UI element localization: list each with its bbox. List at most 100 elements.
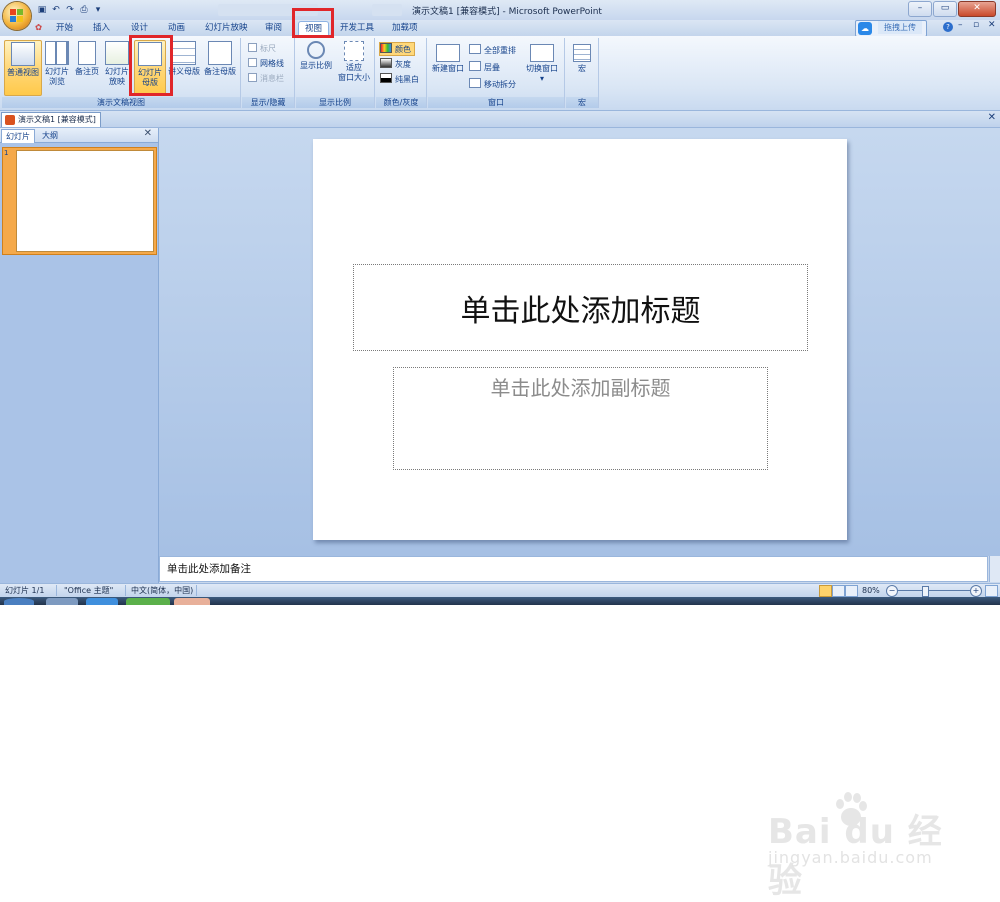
title-bar: ▣ ↶ ↷ ⎙ ▾ 演示文稿1 [兼容模式] - Microsoft Power… [0, 0, 1000, 30]
zoom-slider-thumb[interactable] [922, 586, 929, 597]
checkbox-icon [248, 58, 257, 67]
close-button[interactable]: ✕ [958, 1, 996, 17]
tab-developer[interactable]: 开发工具 [340, 22, 374, 35]
taskbar-app-icon[interactable] [86, 598, 118, 605]
taskbar-app-icon[interactable] [126, 598, 170, 605]
color-swatch-icon [380, 43, 392, 53]
window-title: 演示文稿1 [兼容模式] - Microsoft PowerPoint [412, 7, 602, 17]
cloud-upload-button[interactable]: ☁ 拖拽上传 [855, 20, 927, 37]
slide-thumbnail[interactable] [16, 150, 154, 252]
normal-view-button[interactable]: 普通视图 [4, 40, 42, 96]
grayscale-button[interactable]: 灰度 [380, 58, 411, 70]
group-color-grayscale: 颜色 灰度 纯黑白 颜色/灰度 [376, 38, 427, 108]
ribbon-minimize-icon[interactable]: – [958, 20, 963, 30]
help-icon[interactable]: ? [943, 22, 953, 32]
tab-slideshow[interactable]: 幻灯片放映 [205, 22, 248, 35]
fit-window-icon [344, 41, 364, 61]
status-language[interactable]: 中文(简体，中国) [131, 585, 193, 596]
panel-tabs: 幻灯片 大纲 ✕ [0, 128, 158, 143]
slide-show-button[interactable]: 幻灯片 放映 [102, 40, 132, 96]
notes-master-icon [208, 41, 232, 65]
slideshow-status-icon[interactable] [845, 585, 858, 597]
taskbar-ghost-tab [372, 4, 402, 16]
status-separator [56, 585, 57, 596]
document-tab[interactable]: 演示文稿1 [兼容模式] [1, 112, 101, 127]
notes-page-button[interactable]: 备注页 [72, 40, 102, 96]
ribbon-close-icon[interactable]: ✕ [988, 20, 996, 30]
document-close-icon[interactable]: ✕ [988, 112, 996, 123]
ribbon-restore-icon[interactable]: ▫ [973, 20, 979, 30]
color-button[interactable]: 颜色 [379, 42, 415, 56]
tab-addins[interactable]: 加载项 [392, 22, 418, 35]
tab-design[interactable]: 设计 [131, 22, 148, 35]
start-orb-icon[interactable] [4, 598, 34, 605]
tab-animations[interactable]: 动画 [168, 22, 185, 35]
macros-button[interactable]: 宏 [568, 40, 596, 96]
ppt-file-icon [5, 115, 15, 125]
move-split-icon [469, 78, 481, 88]
tab-review[interactable]: 审阅 [265, 22, 282, 35]
office-logo-icon [10, 9, 24, 23]
tab-slides[interactable]: 幻灯片 [1, 129, 35, 143]
arrange-all-button[interactable]: 全部重排 [469, 44, 516, 56]
windows-taskbar [0, 597, 1000, 605]
slide-sorter-icon [45, 41, 69, 65]
fit-slide-status-icon[interactable] [985, 585, 998, 597]
cascade-button[interactable]: 层叠 [469, 61, 500, 73]
tab-outline[interactable]: 大纲 [38, 129, 62, 142]
black-white-button[interactable]: 纯黑白 [380, 73, 419, 85]
switch-window-icon [530, 44, 554, 62]
dropdown-arrow-icon: ▾ [539, 74, 544, 83]
taskbar-app-icon[interactable] [46, 598, 78, 605]
redo-icon[interactable]: ↷ [64, 4, 76, 16]
switch-window-button[interactable]: 切换窗口 ▾ [522, 40, 562, 96]
customize-icon[interactable]: ▾ [92, 4, 104, 16]
restore-button[interactable]: ▭ [933, 1, 957, 17]
ruler-checkbox[interactable]: 标尺 [248, 43, 276, 55]
ribbon-tabs: ✿ 开始 插入 设计 动画 幻灯片放映 审阅 视图 开发工具 加载项 [0, 20, 1000, 37]
gridlines-checkbox[interactable]: 网格线 [248, 58, 284, 70]
undo-icon[interactable]: ↶ [50, 4, 62, 16]
slide-canvas[interactable]: 单击此处添加标题 单击此处添加副标题 [313, 139, 847, 540]
arrange-all-icon [469, 44, 481, 54]
group-label: 宏 [566, 97, 598, 108]
save-icon[interactable]: ▣ [36, 4, 48, 16]
group-presentation-views: 普通视图 幻灯片 浏览 备注页 幻灯片 放映 幻灯片 母版 讲义母版 备注母版 … [2, 38, 241, 108]
tab-insert[interactable]: 插入 [93, 22, 110, 35]
powerpoint-window: ▣ ↶ ↷ ⎙ ▾ 演示文稿1 [兼容模式] - Microsoft Power… [0, 0, 1000, 605]
notes-scrollbar[interactable] [989, 556, 1000, 582]
group-zoom: 显示比例 适应 窗口大小 显示比例 [296, 38, 375, 108]
zoom-in-icon[interactable]: + [970, 585, 982, 597]
normal-view-icon [11, 42, 35, 66]
minimize-button[interactable]: – [908, 1, 932, 17]
status-separator [196, 585, 197, 596]
subtitle-placeholder[interactable]: 单击此处添加副标题 [393, 367, 768, 470]
status-separator [125, 585, 126, 596]
group-window: 新建窗口 全部重排 层叠 移动拆分 切换窗口 ▾ 窗口 [428, 38, 565, 108]
slide-sorter-button[interactable]: 幻灯片 浏览 [42, 40, 72, 96]
sorter-view-status-icon[interactable] [832, 585, 845, 597]
notes-master-button[interactable]: 备注母版 [202, 40, 238, 96]
title-placeholder[interactable]: 单击此处添加标题 [353, 264, 808, 351]
move-split-button[interactable]: 移动拆分 [469, 78, 516, 90]
zoom-out-icon[interactable]: − [886, 585, 898, 597]
zoom-button[interactable]: 显示比例 [298, 40, 334, 96]
tab-home[interactable]: 开始 [56, 22, 73, 35]
zoom-slider-track[interactable] [898, 590, 970, 591]
checkbox-icon [248, 73, 257, 82]
taskbar-app-icon[interactable] [174, 598, 210, 605]
print-preview-icon[interactable]: ⎙ [78, 4, 90, 16]
fit-to-window-button[interactable]: 适应 窗口大小 [336, 40, 372, 96]
normal-view-status-icon[interactable] [819, 585, 832, 597]
group-macros: 宏 宏 [566, 38, 599, 108]
message-bar-checkbox[interactable]: 消息栏 [248, 73, 284, 85]
zoom-level[interactable]: 80% [862, 585, 880, 596]
new-window-button[interactable]: 新建窗口 [430, 40, 466, 96]
panel-close-icon[interactable]: ✕ [144, 128, 152, 139]
slide-show-icon [105, 41, 129, 65]
notes-pane[interactable]: 单击此处添加备注 [159, 556, 988, 582]
cascade-icon [469, 61, 481, 71]
status-theme[interactable]: "Office 主题" [64, 585, 113, 596]
office-button[interactable] [3, 2, 31, 30]
slides-panel: 幻灯片 大纲 ✕ 1 [0, 128, 159, 584]
